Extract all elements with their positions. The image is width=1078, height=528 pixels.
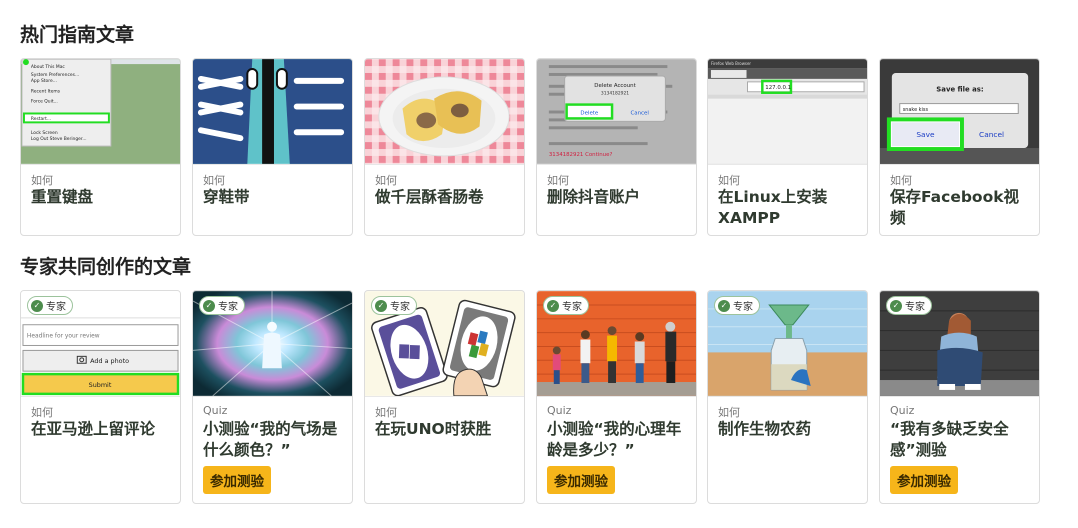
article-title: 保存Facebook视频 [890, 188, 1020, 227]
check-icon: ✓ [890, 299, 902, 312]
article-card-insecurity-quiz[interactable]: ✓ 专家 Quiz “我有多缺乏安全感”测验 参加测验 [879, 290, 1040, 504]
menu-item: Lock Screen [31, 130, 58, 136]
article-kicker: 如何 [203, 174, 225, 187]
article-card-amazon-review[interactable]: ✓ 专家 Headline for your review Add a photo… [20, 290, 181, 504]
article-thumbnail: Delete Account 3134182921 Delete Cancel … [537, 59, 696, 165]
article-title: 在玩UNO时获胜 [375, 420, 492, 438]
article-thumbnail: ✓ 专家 [708, 291, 867, 397]
check-icon: ✓ [203, 299, 215, 312]
article-kicker: 如何 [890, 174, 912, 187]
expert-badge: ✓ 专家 [543, 296, 589, 315]
article-thumbnail [193, 59, 352, 165]
menu-item: Recent Items [31, 89, 61, 95]
expert-badge: ✓ 专家 [371, 296, 417, 315]
menu-item: Force Quit... [31, 99, 58, 105]
dialog-title: Save file as: [936, 86, 983, 94]
take-quiz-button[interactable]: 参加测验 [890, 466, 958, 494]
article-card-win-uno[interactable]: ✓ 专家 如何 在玩UNO时获胜 [364, 290, 525, 504]
article-kicker: 如何 [31, 174, 53, 187]
article-card-mental-age-quiz[interactable]: ✓ 专家 Quiz 小测验“我的心理年龄是多少？” 参加测验 [536, 290, 697, 504]
article-card-reset-keyboard[interactable]: About This Mac System Preferences... App… [20, 58, 181, 236]
section-title-popular: 热门指南文章 [20, 24, 135, 46]
article-kicker: 如何 [375, 174, 397, 187]
cancel-label: Cancel [631, 110, 649, 116]
article-thumbnail: Firefox Web Browser 127.0.0.1 [708, 59, 867, 165]
menu-item: Log Out Steve Beringer... [31, 136, 87, 142]
article-title: 删除抖音账户 [547, 188, 641, 206]
take-quiz-button[interactable]: 参加测验 [547, 466, 615, 494]
article-thumbnail: ✓ 专家 [365, 291, 524, 397]
filename: snake kiss [903, 107, 929, 113]
article-title: 在亚马逊上留评论 [31, 420, 156, 438]
expert-badge: ✓ 专家 [27, 296, 73, 315]
add-photo-label: Add a photo [90, 357, 129, 365]
dialog-number: 3134182921 [601, 91, 629, 97]
article-title: 在Linux上安装XAMPP [718, 188, 828, 227]
submit-label: Submit [89, 381, 112, 389]
menu-item: About This Mac [31, 64, 66, 70]
address-bar-url: 127.0.0.1 [765, 85, 791, 91]
delete-label: Delete [580, 110, 598, 116]
confirm-text: 3134182921 Continue? [549, 152, 613, 158]
article-thumbnail: ✓ 专家 [193, 291, 352, 397]
menu-item: App Store... [31, 78, 57, 84]
article-title: 小测验“我的气场是什么颜色？” [203, 420, 338, 459]
article-card-bio-pesticide[interactable]: ✓ 专家 如何 制作生物农药 [707, 290, 868, 504]
check-icon: ✓ [547, 299, 559, 312]
article-kicker: 如何 [375, 406, 397, 419]
article-thumbnail: Save file as: snake kiss Save Cancel [880, 59, 1039, 165]
check-icon: ✓ [718, 299, 730, 312]
article-card-save-facebook-video[interactable]: Save file as: snake kiss Save Cancel 如何 … [879, 58, 1040, 236]
article-title: 做千层酥香肠卷 [375, 188, 484, 206]
expert-badge: ✓ 专家 [886, 296, 932, 315]
article-card-delete-tiktok[interactable]: Delete Account 3134182921 Delete Cancel … [536, 58, 697, 236]
article-card-sausage-rolls[interactable]: 如何 做千层酥香肠卷 [364, 58, 525, 236]
review-headline-placeholder: Headline for your review [27, 334, 100, 340]
dialog-title: Delete Account [594, 83, 635, 89]
article-thumbnail: ✓ 专家 [537, 291, 696, 397]
article-thumbnail: About This Mac System Preferences... App… [21, 59, 180, 165]
article-title: 制作生物农药 [718, 420, 812, 438]
cancel-label: Cancel [979, 130, 1004, 139]
section-title-expert: 专家共同创作的文章 [20, 256, 192, 278]
menu-item: Restart... [31, 116, 51, 122]
window-title: Firefox Web Browser [711, 61, 751, 66]
check-icon: ✓ [375, 299, 387, 312]
expert-badge: ✓ 专家 [199, 296, 245, 315]
article-kicker: Quiz [890, 404, 915, 417]
expert-badge: ✓ 专家 [714, 296, 760, 315]
article-kicker: Quiz [547, 404, 572, 417]
article-card-install-xampp[interactable]: Firefox Web Browser 127.0.0.1 如何 在Linux上… [707, 58, 868, 236]
take-quiz-button[interactable]: 参加测验 [203, 466, 271, 494]
article-thumbnail [365, 59, 524, 165]
article-kicker: 如何 [31, 406, 53, 419]
article-title: 穿鞋带 [203, 188, 250, 206]
article-card-lace-shoes[interactable]: 如何 穿鞋带 [192, 58, 353, 236]
article-thumbnail: ✓ 专家 [880, 291, 1039, 397]
article-title: 小测验“我的心理年龄是多少？” [547, 420, 682, 459]
article-kicker: 如何 [718, 174, 740, 187]
check-icon: ✓ [31, 299, 43, 312]
article-kicker: Quiz [203, 404, 228, 417]
article-thumbnail: ✓ 专家 Headline for your review Add a photo… [21, 291, 180, 397]
menu-item: System Preferences... [31, 72, 79, 78]
article-kicker: 如何 [718, 406, 740, 419]
article-card-aura-quiz[interactable]: ✓ 专家 Quiz 小测验“我的气场是什么颜色？” 参加测验 [192, 290, 353, 504]
save-label: Save [916, 130, 935, 139]
article-kicker: 如何 [547, 174, 569, 187]
article-title: 重置键盘 [31, 188, 94, 206]
article-title: “我有多缺乏安全感”测验 [890, 420, 1009, 459]
